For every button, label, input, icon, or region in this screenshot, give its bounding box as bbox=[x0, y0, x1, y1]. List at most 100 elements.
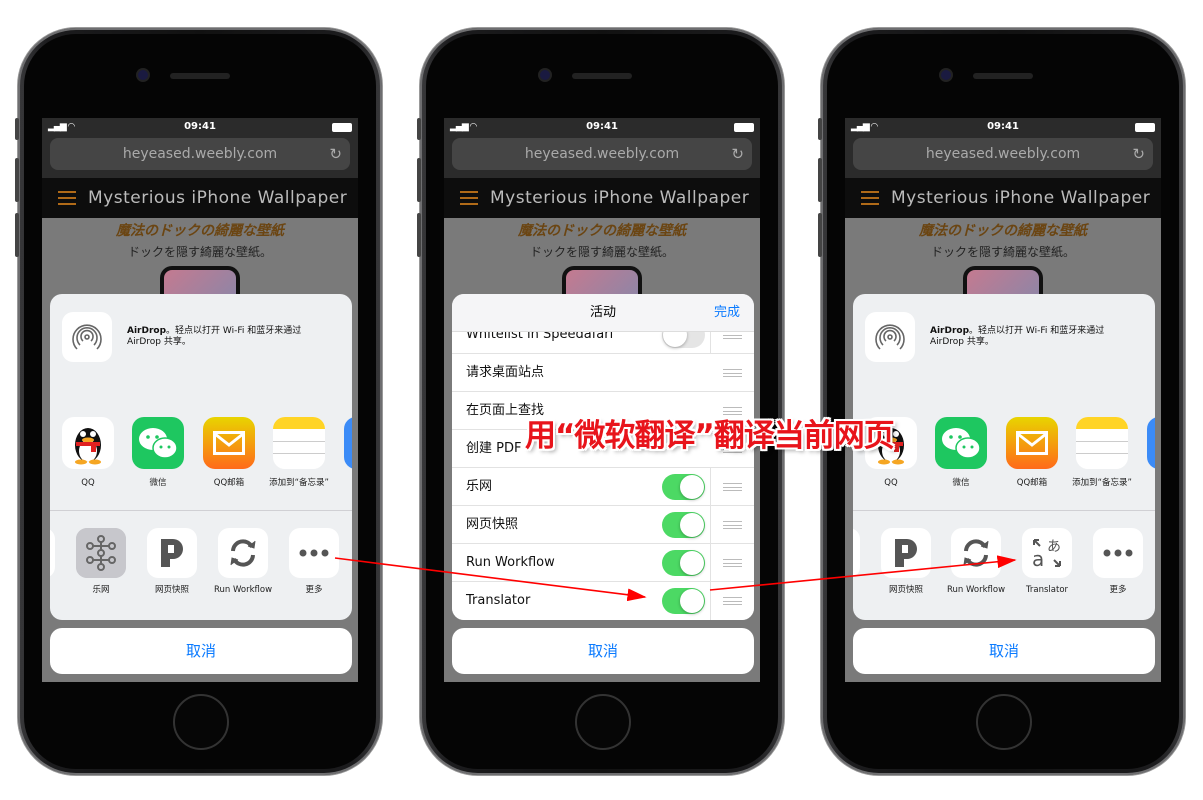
reload-icon[interactable]: ↻ bbox=[329, 138, 342, 170]
row-separator bbox=[710, 582, 711, 620]
action-translator[interactable]: a あ Translator bbox=[1022, 528, 1072, 595]
iphone-1: ▂▄▆ ◠ 09:41 heyeased.weebly.com ↻ Mysterious… bbox=[15, 28, 382, 775]
action-web-snapshot[interactable]: 网页快照 bbox=[147, 528, 197, 595]
share-app-notes[interactable]: 添加到“备忘录” bbox=[269, 417, 329, 488]
front-camera bbox=[540, 70, 550, 80]
action-label: 更多 bbox=[305, 585, 323, 595]
activity-toggle[interactable] bbox=[662, 512, 705, 538]
activity-label: 网页快照 bbox=[466, 517, 519, 532]
partial-action-icon bbox=[50, 528, 55, 578]
share-sheet: AirDrop。轻点以打开 Wi-Fi 和蓝牙来通过 AirDrop 共享。 QQ… bbox=[50, 294, 352, 620]
url-text: heyeased.weebly.com bbox=[925, 146, 1081, 162]
qq-penguin-icon bbox=[62, 417, 114, 469]
side-button[interactable] bbox=[417, 158, 421, 202]
share-app-qq-mail[interactable]: QQ邮箱 bbox=[1006, 417, 1058, 488]
share-app-qq-penguin[interactable]: QQ bbox=[62, 417, 114, 488]
action-web-snapshot[interactable]: 网页快照 bbox=[881, 528, 931, 595]
action-lewang[interactable]: 乐网 bbox=[76, 528, 126, 595]
activity-toggle[interactable] bbox=[662, 588, 705, 614]
app-label: QQ邮箱 bbox=[213, 478, 245, 488]
action-label: Run Workflow bbox=[946, 585, 1006, 595]
activity-toggle[interactable] bbox=[662, 474, 705, 500]
reorder-handle-icon[interactable] bbox=[723, 521, 742, 529]
airdrop-icon[interactable] bbox=[865, 312, 915, 362]
share-app-partial[interactable] bbox=[1147, 417, 1155, 469]
share-app-qq-mail[interactable]: QQ邮箱 bbox=[203, 417, 255, 488]
home-button[interactable] bbox=[173, 694, 229, 750]
side-button[interactable] bbox=[15, 213, 19, 257]
activity-label: Whitelist in Speedafari bbox=[466, 332, 614, 342]
airdrop-icon[interactable] bbox=[62, 312, 112, 362]
side-button[interactable] bbox=[818, 213, 822, 257]
address-bar[interactable]: heyeased.weebly.com ↻ bbox=[853, 138, 1153, 170]
share-app-wechat[interactable]: 微信 bbox=[935, 417, 987, 488]
status-time: 09:41 bbox=[586, 121, 618, 132]
activity-row: 网页快照 bbox=[452, 506, 754, 544]
web-snapshot-icon bbox=[147, 528, 197, 578]
side-button[interactable] bbox=[15, 118, 19, 140]
reorder-handle-icon[interactable] bbox=[723, 483, 742, 491]
cancel-button[interactable]: 取消 bbox=[50, 628, 352, 674]
side-button[interactable] bbox=[818, 118, 822, 140]
action-partial[interactable] bbox=[853, 528, 860, 578]
status-time: 09:41 bbox=[184, 121, 216, 132]
status-bar: ▂▄▆ ◠ 09:41 bbox=[845, 118, 1161, 136]
action-label: Translator bbox=[1025, 585, 1069, 595]
svg-text:a: a bbox=[1032, 547, 1044, 570]
activity-row: Whitelist in Speedafari bbox=[452, 332, 754, 354]
hamburger-menu-icon[interactable] bbox=[861, 191, 879, 205]
battery-icon bbox=[734, 123, 754, 132]
side-button[interactable] bbox=[15, 158, 19, 202]
page-subheading: ドックを隠す綺麗な壁紙。 bbox=[529, 245, 674, 259]
home-button[interactable] bbox=[575, 694, 631, 750]
share-app-notes[interactable]: 添加到“备忘录” bbox=[1072, 417, 1132, 488]
action-run-workflow[interactable]: Run Workflow bbox=[214, 528, 272, 595]
airdrop-title: AirDrop bbox=[930, 326, 970, 336]
side-button[interactable] bbox=[417, 213, 421, 257]
address-bar[interactable]: heyeased.weebly.com ↻ bbox=[452, 138, 752, 170]
reorder-handle-icon[interactable] bbox=[723, 597, 742, 605]
action-more[interactable]: 更多 bbox=[289, 528, 339, 595]
home-button[interactable] bbox=[976, 694, 1032, 750]
iphone-3: ▂▄▆ ◠ 09:41 heyeased.weebly.com ↻ Mysterious… bbox=[818, 28, 1185, 775]
notes-icon bbox=[1076, 417, 1128, 469]
address-bar[interactable]: heyeased.weebly.com ↻ bbox=[50, 138, 350, 170]
partial-action-icon bbox=[853, 528, 860, 578]
more-icon bbox=[1093, 528, 1143, 578]
side-button[interactable] bbox=[417, 118, 421, 140]
action-partial[interactable] bbox=[50, 528, 55, 578]
site-title: Mysterious iPhone Wallpaper bbox=[88, 188, 348, 208]
action-label: 网页快照 bbox=[154, 585, 189, 595]
share-app-wechat[interactable]: 微信 bbox=[132, 417, 184, 488]
qq-mail-icon bbox=[203, 417, 255, 469]
action-more[interactable]: 更多 bbox=[1093, 528, 1143, 595]
reorder-handle-icon[interactable] bbox=[723, 369, 742, 377]
annotation-caption: 用“微软翻译”翻译当前网页 bbox=[525, 418, 895, 454]
hamburger-menu-icon[interactable] bbox=[58, 191, 76, 205]
action-label: 网页快照 bbox=[888, 585, 923, 595]
activity-toggle[interactable] bbox=[662, 332, 705, 348]
hamburger-menu-icon[interactable] bbox=[460, 191, 478, 205]
side-button[interactable] bbox=[818, 158, 822, 202]
cancel-button[interactable]: 取消 bbox=[853, 628, 1155, 674]
reorder-handle-icon[interactable] bbox=[723, 559, 742, 567]
qq-mail-icon bbox=[1006, 417, 1058, 469]
share-app-partial[interactable] bbox=[344, 417, 352, 469]
reload-icon[interactable]: ↻ bbox=[1132, 138, 1145, 170]
done-button[interactable]: 完成 bbox=[714, 294, 740, 332]
site-header: Mysterious iPhone Wallpaper bbox=[845, 178, 1161, 218]
reorder-handle-icon[interactable] bbox=[723, 332, 742, 339]
front-camera bbox=[941, 70, 951, 80]
app-label: 添加到“备忘录” bbox=[269, 478, 329, 488]
app-label: QQ bbox=[884, 478, 898, 488]
cancel-button[interactable]: 取消 bbox=[452, 628, 754, 674]
iphone-2: ▂▄▆ ◠ 09:41 heyeased.weebly.com ↻ Mysterious… bbox=[417, 28, 784, 775]
partial-app-icon bbox=[344, 417, 352, 469]
web-snapshot-icon bbox=[881, 528, 931, 578]
section-divider bbox=[50, 510, 352, 511]
reload-icon[interactable]: ↻ bbox=[731, 138, 744, 170]
action-run-workflow[interactable]: Run Workflow bbox=[947, 528, 1005, 595]
more-icon bbox=[289, 528, 339, 578]
activity-toggle[interactable] bbox=[662, 550, 705, 576]
app-label: QQ bbox=[81, 478, 95, 488]
